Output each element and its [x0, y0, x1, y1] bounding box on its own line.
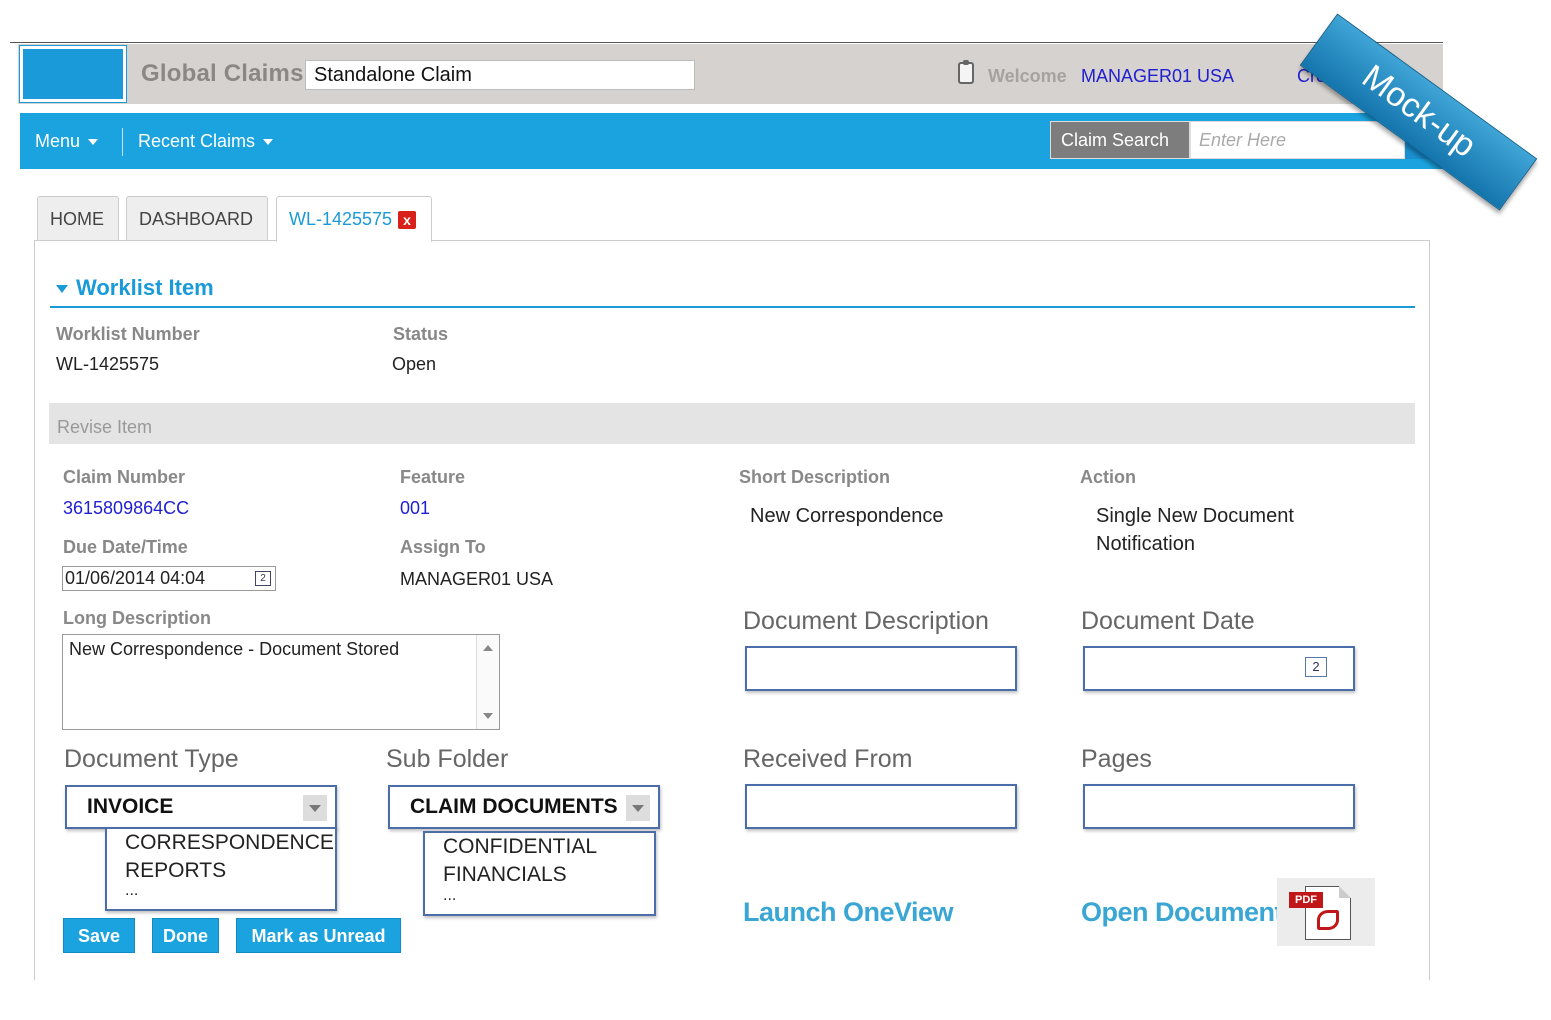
- document-description-input[interactable]: [745, 646, 1017, 691]
- assign-to-value: MANAGER01 USA: [400, 569, 554, 589]
- top-border: [10, 42, 1443, 43]
- option-reports[interactable]: REPORTS: [125, 857, 317, 885]
- document-type-options: CORRESPONDENCE REPORTS ...: [105, 827, 337, 911]
- pdf-logo-shape: [1317, 910, 1339, 930]
- chevron-down-icon[interactable]: [626, 795, 650, 821]
- long-description-textarea[interactable]: New Correspondence - Document Stored: [62, 634, 500, 730]
- recent-claims-dropdown[interactable]: Recent Claims: [138, 131, 274, 152]
- collapse-triangle-icon: [56, 285, 68, 294]
- feature-link[interactable]: 001: [400, 498, 430, 519]
- pages-input[interactable]: [1083, 784, 1355, 829]
- nav-divider: [122, 128, 123, 156]
- status-label: Status: [393, 324, 449, 344]
- launch-oneview-link[interactable]: Launch OneView: [743, 897, 954, 928]
- menu-dropdown[interactable]: Menu: [35, 131, 99, 152]
- received-from-label: Received From: [743, 745, 913, 773]
- calendar-icon[interactable]: 2: [255, 571, 271, 586]
- long-description-label: Long Description: [63, 608, 211, 628]
- save-button[interactable]: Save: [63, 918, 135, 953]
- option-financials[interactable]: FINANCIALS: [443, 861, 636, 889]
- action-label: Action: [1080, 467, 1136, 487]
- document-date-input[interactable]: 2: [1083, 646, 1355, 691]
- sub-folder-select[interactable]: CLAIM DOCUMENTS: [388, 785, 660, 829]
- worklist-number-label: Worklist Number: [56, 324, 200, 344]
- claim-type-field[interactable]: Standalone Claim: [305, 60, 695, 90]
- tab-home[interactable]: HOME: [37, 196, 119, 240]
- chevron-down-icon: [88, 139, 99, 146]
- claim-number-label: Claim Number: [63, 467, 186, 487]
- search-input[interactable]: Enter Here: [1190, 121, 1405, 159]
- pages-label: Pages: [1081, 745, 1152, 773]
- document-type-selected: INVOICE: [87, 795, 174, 818]
- close-icon[interactable]: x: [398, 211, 417, 230]
- revise-item-title: Revise Item: [57, 417, 153, 437]
- short-description-label: Short Description: [739, 467, 891, 487]
- option-more[interactable]: ...: [443, 888, 636, 904]
- tab-worklist-item[interactable]: WL-1425575 x: [276, 196, 432, 242]
- feature-label: Feature: [400, 467, 466, 487]
- scroll-down-icon[interactable]: [483, 713, 493, 719]
- document-date-label: Document Date: [1081, 607, 1255, 635]
- assign-to-label: Assign To: [400, 537, 486, 557]
- recent-claims-label: Recent Claims: [138, 131, 256, 151]
- textarea-scrollbar[interactable]: [476, 635, 499, 729]
- pdf-icon[interactable]: PDF: [1277, 878, 1375, 946]
- option-more[interactable]: ...: [125, 883, 317, 899]
- received-from-input[interactable]: [745, 784, 1017, 829]
- document-description-label: Document Description: [743, 607, 989, 635]
- chevron-down-icon: [263, 139, 274, 146]
- welcome-label: Welcome: [988, 66, 1067, 86]
- sub-folder-label: Sub Folder: [386, 745, 509, 773]
- menu-label: Menu: [35, 131, 81, 151]
- due-date-field[interactable]: 01/06/2014 04:04 2: [62, 566, 276, 591]
- chevron-down-icon[interactable]: [303, 795, 327, 821]
- calendar-icon[interactable]: 2: [1305, 657, 1327, 677]
- claim-number-link[interactable]: 3615809864CC: [63, 498, 189, 519]
- long-description-value: New Correspondence - Document Stored: [69, 639, 400, 659]
- tab-dashboard[interactable]: DASHBOARD: [126, 196, 268, 240]
- mark-as-unread-button[interactable]: Mark as Unread: [236, 918, 401, 953]
- short-description-value: New Correspondence: [750, 505, 944, 527]
- sub-folder-selected: CLAIM DOCUMENTS: [410, 795, 618, 818]
- claim-search-button[interactable]: Claim Search: [1050, 121, 1190, 159]
- section-title: Worklist Item: [76, 275, 214, 300]
- option-correspondence[interactable]: CORRESPONDENCE: [125, 829, 334, 857]
- clipboard-icon[interactable]: [958, 60, 974, 84]
- due-date-label: Due Date/Time: [63, 537, 188, 557]
- revise-item-bar: [49, 403, 1415, 444]
- company-logo[interactable]: [19, 45, 127, 103]
- open-document-link[interactable]: Open Document: [1081, 897, 1284, 928]
- tab-label: WL-1425575: [289, 209, 393, 229]
- document-type-label: Document Type: [64, 745, 239, 773]
- worklist-number-value: WL-1425575: [56, 354, 160, 374]
- section-divider: [50, 306, 1415, 308]
- action-value-line1: Single New Document: [1096, 505, 1294, 527]
- app-title: Global Claims: [141, 60, 304, 87]
- due-date-value: 01/06/2014 04:04: [65, 568, 206, 588]
- sub-folder-options: CONFIDENTIAL FINANCIALS ...: [423, 831, 656, 916]
- document-type-select[interactable]: INVOICE: [65, 785, 337, 829]
- user-name-link[interactable]: MANAGER01 USA: [1081, 66, 1234, 87]
- option-confidential[interactable]: CONFIDENTIAL: [443, 833, 636, 861]
- scroll-up-icon[interactable]: [483, 645, 493, 651]
- status-value: Open: [392, 354, 437, 374]
- action-value-line2: Notification: [1096, 533, 1195, 555]
- done-button[interactable]: Done: [152, 918, 219, 953]
- worklist-section-header[interactable]: Worklist Item: [56, 275, 214, 301]
- pdf-tag: PDF: [1289, 892, 1323, 908]
